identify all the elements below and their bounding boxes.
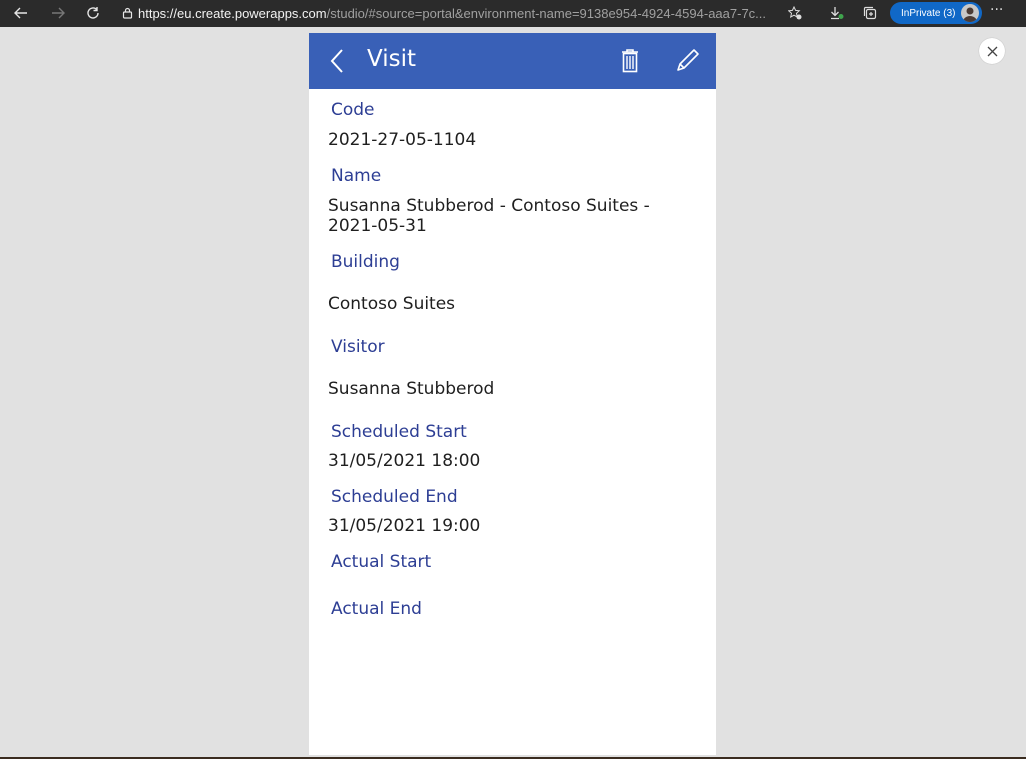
edit-pencil-icon[interactable] bbox=[673, 47, 701, 75]
browser-toolbar: https://eu.create.powerapps.com/studio/#… bbox=[0, 0, 1026, 27]
back-chevron-icon[interactable] bbox=[327, 47, 349, 75]
url-host: https://eu.create.powerapps.com bbox=[138, 5, 327, 21]
close-icon bbox=[987, 46, 997, 56]
field-label-actual-end: Actual End bbox=[331, 599, 422, 619]
field-value-building: Contoso Suites bbox=[328, 294, 456, 314]
status-strip bbox=[0, 757, 1026, 766]
page-title: Visit bbox=[367, 46, 417, 72]
back-arrow-icon[interactable] bbox=[10, 2, 32, 24]
field-value-scheduled-start: 31/05/2021 18:00 bbox=[328, 451, 481, 471]
inprivate-label: InPrivate (3) bbox=[901, 7, 956, 19]
address-bar[interactable]: https://eu.create.powerapps.com/studio/#… bbox=[116, 2, 816, 24]
forward-arrow-icon[interactable] bbox=[47, 2, 69, 24]
field-label-scheduled-end: Scheduled End bbox=[331, 487, 458, 507]
field-label-scheduled-start: Scheduled Start bbox=[331, 422, 467, 442]
field-label-code: Code bbox=[331, 100, 375, 120]
url-path: /studio/#source=portal&environment-name=… bbox=[326, 5, 767, 21]
inprivate-badge[interactable]: InPrivate (3) bbox=[890, 2, 982, 24]
field-value-scheduled-end: 31/05/2021 19:00 bbox=[328, 516, 481, 536]
app-header: Visit bbox=[309, 33, 716, 89]
collections-icon[interactable] bbox=[859, 2, 881, 24]
refresh-icon[interactable] bbox=[82, 2, 104, 24]
field-label-visitor: Visitor bbox=[331, 337, 385, 357]
download-icon[interactable] bbox=[826, 2, 848, 24]
field-value-visitor: Susanna Stubberod bbox=[328, 379, 495, 399]
app-screen: Visit Code 2021-27-05-1104 Name Susanna … bbox=[309, 33, 716, 755]
field-label-name: Name bbox=[331, 166, 382, 186]
lock-icon bbox=[116, 7, 138, 19]
close-preview-button[interactable] bbox=[979, 38, 1005, 64]
field-value-code: 2021-27-05-1104 bbox=[328, 130, 477, 150]
field-label-building: Building bbox=[331, 252, 400, 272]
delete-trash-icon[interactable] bbox=[619, 47, 641, 75]
field-label-actual-start: Actual Start bbox=[331, 552, 432, 572]
more-options-icon[interactable]: ··· bbox=[990, 2, 1003, 18]
avatar bbox=[961, 4, 979, 22]
field-value-name: Susanna Stubberod - Contoso Suites - 202… bbox=[328, 196, 650, 236]
add-favorite-icon[interactable] bbox=[784, 2, 806, 24]
